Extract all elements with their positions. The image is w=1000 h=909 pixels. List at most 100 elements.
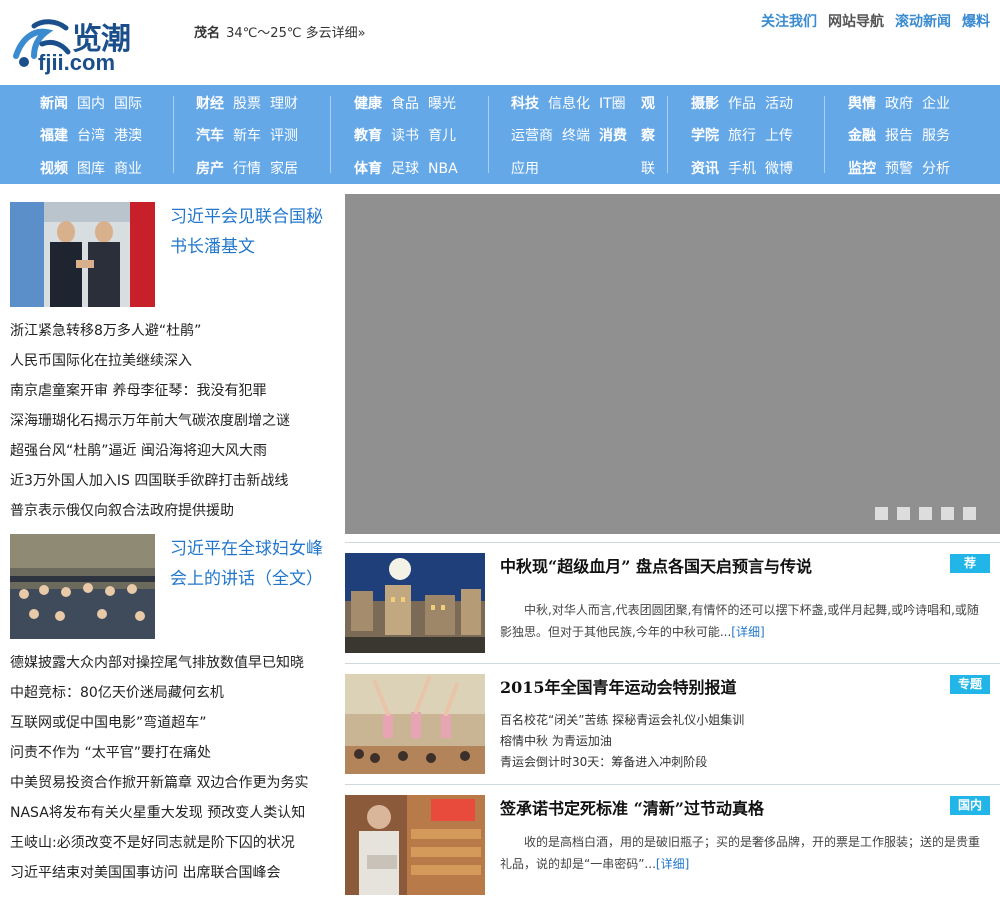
nav-item[interactable]: 食品: [391, 93, 419, 113]
headline-item[interactable]: 超强台风“杜鹃”逼近 闽沿海将迎大风大雨: [10, 436, 325, 466]
nav-item[interactable]: 消费: [599, 125, 627, 145]
headline-item[interactable]: NASA将发布有关火星重大发现 预改变人类认知: [10, 798, 325, 828]
featured-photo-2[interactable]: [10, 534, 155, 639]
tip-off-link[interactable]: 爆料: [962, 11, 990, 31]
read-more-link[interactable]: [详细]: [656, 857, 689, 871]
nav-item[interactable]: 手机: [728, 158, 756, 178]
headline-item[interactable]: 问责不作为 “太平官”要打在痛处: [10, 738, 325, 768]
nav-item[interactable]: 读书: [391, 125, 419, 145]
nav-item[interactable]: 报告: [885, 125, 913, 145]
nav-item[interactable]: 监控: [848, 158, 876, 178]
nav-item[interactable]: 体育: [354, 158, 382, 178]
nav-item[interactable]: 新车: [233, 125, 261, 145]
headline-item[interactable]: 互联网或促中国电影”弯道超车”: [10, 708, 325, 738]
nav-item[interactable]: 应用: [511, 158, 539, 178]
nav-item[interactable]: 财经: [196, 93, 224, 113]
nav-item[interactable]: 图库: [77, 158, 105, 178]
slider-dot-3[interactable]: [919, 507, 932, 520]
nav-item[interactable]: 评测: [270, 125, 298, 145]
headline-item[interactable]: 深海珊瑚化石揭示万年前大气碳浓度剧增之谜: [10, 406, 325, 436]
story-badge-domestic[interactable]: 国内: [950, 796, 990, 815]
nav-item[interactable]: 视频: [40, 158, 68, 178]
headline-item[interactable]: 浙江紧急转移8万多人避“杜鹃”: [10, 316, 325, 346]
featured-title-1[interactable]: 习近平会见联合国秘书长潘基文: [170, 202, 325, 262]
nav-item[interactable]: 汽车: [196, 125, 224, 145]
nav-item[interactable]: 活动: [765, 93, 793, 113]
headline-item[interactable]: 王岐山:必须改变不是好同志就是阶下囚的状况: [10, 828, 325, 858]
nav-item[interactable]: 足球: [391, 158, 419, 178]
headline-item[interactable]: 习近平结束对美国国事访问 出席联合国峰会: [10, 858, 325, 888]
headline-item[interactable]: 中美贸易投资合作掀开新篇章 双边合作更为务实: [10, 768, 325, 798]
story-sub-link[interactable]: 青运会倒计时30天：筹备进入冲刺阶段: [500, 752, 744, 773]
nav-item[interactable]: 政府: [885, 93, 913, 113]
story-photo-shop[interactable]: [345, 795, 485, 895]
nav-item[interactable]: 微博: [765, 158, 793, 178]
rolling-news-link[interactable]: 滚动新闻: [895, 11, 951, 31]
nav-item-observe[interactable]: 察: [641, 125, 655, 145]
headline-item[interactable]: 中超竞标：80亿天价迷局藏何玄机: [10, 678, 325, 708]
nav-item[interactable]: 摄影: [691, 93, 719, 113]
image-slider[interactable]: [345, 194, 1000, 534]
nav-item[interactable]: 服务: [922, 125, 950, 145]
story-title[interactable]: 签承诺书定死标准 “清新”过节动真格: [500, 795, 764, 819]
nav-item[interactable]: 行情: [233, 158, 261, 178]
headline-item[interactable]: 近3万外国人加入IS 四国联手欲辟打击新战线: [10, 466, 325, 496]
slider-dot-4[interactable]: [941, 507, 954, 520]
story-sub-link[interactable]: 榕情中秋 为青运加油: [500, 731, 744, 752]
headline-item[interactable]: 德媒披露大众内部对操控尾气排放数值早已知晓: [10, 648, 325, 678]
nav-item[interactable]: 育儿: [428, 125, 456, 145]
nav-item[interactable]: 分析: [922, 158, 950, 178]
nav-item[interactable]: 健康: [354, 93, 382, 113]
nav-item[interactable]: 股票: [233, 93, 261, 113]
nav-item[interactable]: 运营商: [511, 125, 553, 145]
nav-item[interactable]: 舆情: [848, 93, 876, 113]
slider-dot-1[interactable]: [875, 507, 888, 520]
story-badge-special[interactable]: 专题: [950, 675, 990, 694]
headline-item[interactable]: 人民币国际化在拉美继续深入: [10, 346, 325, 376]
nav-item[interactable]: 金融: [848, 125, 876, 145]
story-photo-dance[interactable]: [345, 674, 485, 774]
nav-item[interactable]: 家居: [270, 158, 298, 178]
follow-us-link[interactable]: 关注我们: [761, 11, 817, 31]
featured-photo-1[interactable]: [10, 202, 155, 307]
nav-item[interactable]: 终端: [562, 125, 590, 145]
nav-item[interactable]: 资讯: [691, 158, 719, 178]
nav-item[interactable]: 教育: [354, 125, 382, 145]
site-logo[interactable]: 览潮 fjii.com: [12, 12, 157, 75]
story-title[interactable]: 2015年全国青年运动会特别报道: [500, 674, 737, 698]
slider-dot-2[interactable]: [897, 507, 910, 520]
nav-item[interactable]: IT圈: [599, 93, 626, 113]
nav-item[interactable]: NBA: [428, 161, 458, 177]
featured-title-2[interactable]: 习近平在全球妇女峰会上的讲话（全文）: [170, 534, 325, 594]
read-more-link[interactable]: [详细]: [731, 625, 764, 639]
nav-item[interactable]: 国际: [114, 93, 142, 113]
slider-dots: [875, 507, 976, 520]
site-nav-link[interactable]: 网站导航: [828, 11, 884, 31]
nav-item[interactable]: 上传: [765, 125, 793, 145]
story-sub-link[interactable]: 百名校花“闭关”苦练 探秘青运会礼仪小姐集训: [500, 710, 744, 731]
headline-item[interactable]: 普京表示俄仅向叙合法政府提供援助: [10, 496, 325, 526]
nav-item[interactable]: 台湾: [77, 125, 105, 145]
headline-item[interactable]: 南京虐童案开审 养母李征琴：我没有犯罪: [10, 376, 325, 406]
story-photo-moon[interactable]: [345, 553, 485, 653]
nav-item[interactable]: 房产: [196, 158, 224, 178]
nav-item-observe[interactable]: 观: [641, 93, 655, 113]
nav-item[interactable]: 新闻: [40, 93, 68, 113]
nav-item[interactable]: 港澳: [114, 125, 142, 145]
nav-item[interactable]: 科技: [511, 93, 539, 113]
nav-item[interactable]: 学院: [691, 125, 719, 145]
story-title[interactable]: 中秋现“超级血月” 盘点各国天启预言与传说: [500, 553, 812, 577]
nav-item[interactable]: 曝光: [428, 93, 456, 113]
nav-item[interactable]: 国内: [77, 93, 105, 113]
nav-item-link[interactable]: 联: [641, 158, 655, 178]
nav-item[interactable]: 商业: [114, 158, 142, 178]
nav-item[interactable]: 预警: [885, 158, 913, 178]
nav-item[interactable]: 旅行: [728, 125, 756, 145]
nav-item[interactable]: 作品: [728, 93, 756, 113]
slider-dot-5[interactable]: [963, 507, 976, 520]
nav-item[interactable]: 信息化: [548, 93, 590, 113]
nav-item[interactable]: 企业: [922, 93, 950, 113]
nav-item[interactable]: 理财: [270, 93, 298, 113]
weather-detail-link[interactable]: 详细»: [332, 26, 366, 41]
nav-item[interactable]: 福建: [40, 125, 68, 145]
